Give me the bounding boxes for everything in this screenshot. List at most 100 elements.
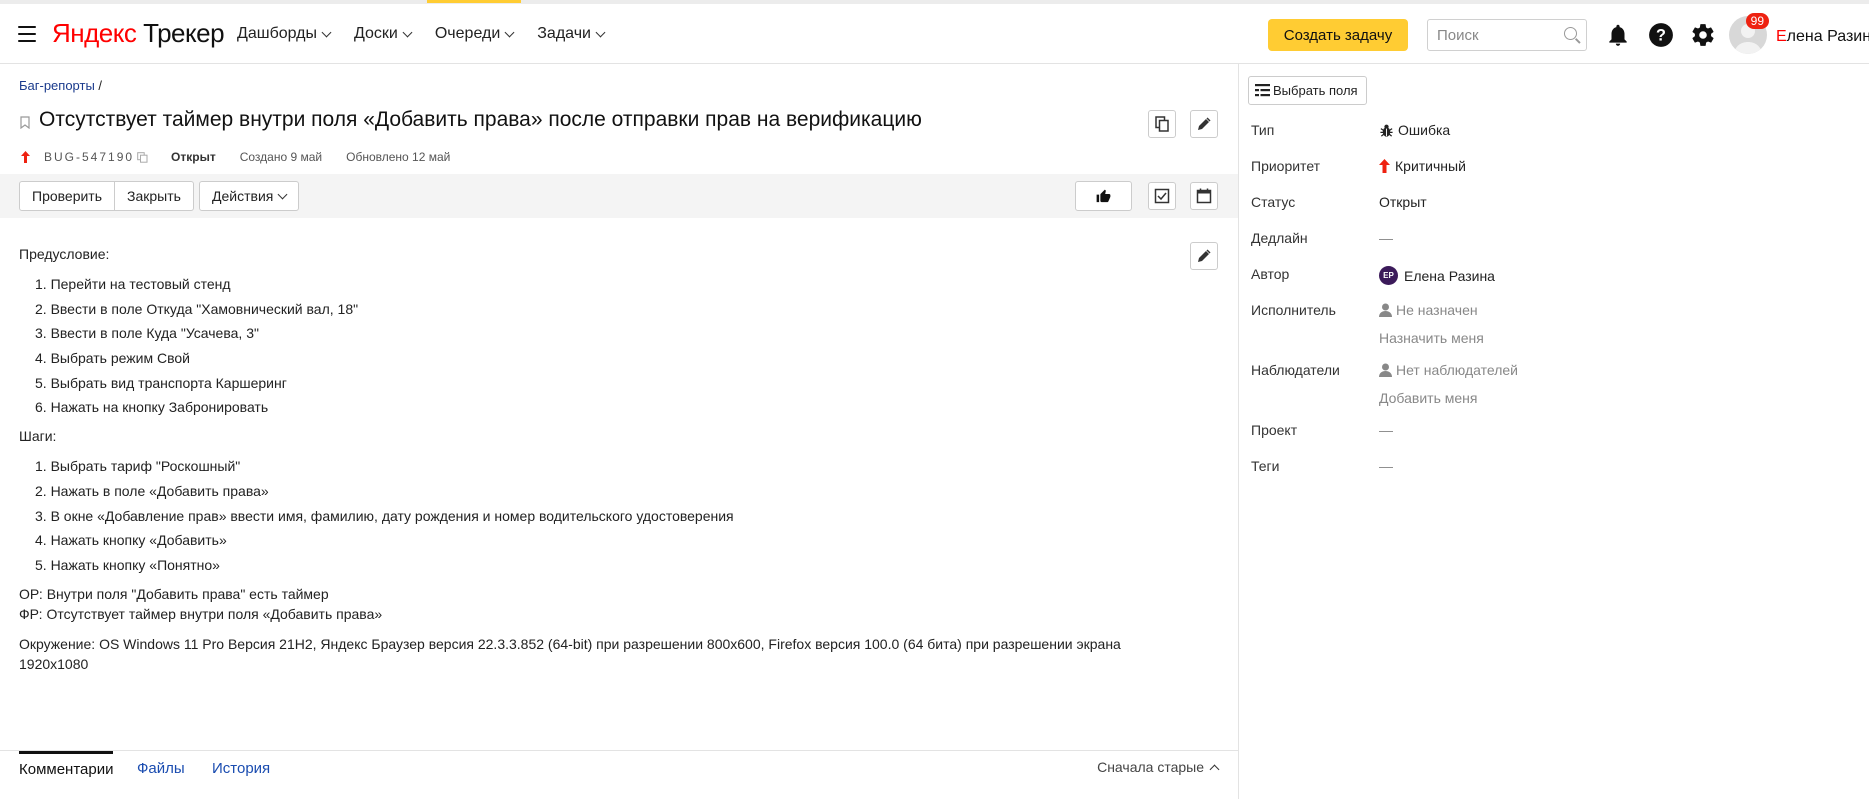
help-icon[interactable]: ? xyxy=(1648,22,1674,48)
bookmark-icon[interactable] xyxy=(20,116,30,129)
like-button[interactable] xyxy=(1075,181,1132,211)
steps-list: 1. Выбрать тариф "Роскошный" 2. Нажать в… xyxy=(19,456,1169,579)
nav-dashboards[interactable]: Дашборды xyxy=(225,4,342,64)
gear-icon[interactable] xyxy=(1690,22,1716,48)
precondition-list: 1. Перейти на тестовый стенд 2. Ввести в… xyxy=(19,274,1169,422)
pencil-icon xyxy=(1198,249,1211,262)
chevron-down-icon xyxy=(504,27,515,37)
list-item: 5. Нажать кнопку «Понятно» xyxy=(35,556,220,573)
nav-queues[interactable]: Очереди xyxy=(423,0,525,64)
sort-order-toggle[interactable]: Сначала старые xyxy=(1097,759,1220,775)
list-item: 2. Нажать в поле «Добавить права» xyxy=(35,482,269,499)
field-label: Проект xyxy=(1251,422,1298,438)
issue-meta: BUG-547190 Открыт Создано 9 май Обновлен… xyxy=(21,148,450,166)
field-value[interactable]: Критичный xyxy=(1379,158,1466,174)
list-item: 4. Нажать кнопку «Добавить» xyxy=(35,532,227,549)
field-value[interactable]: — xyxy=(1379,458,1393,474)
search-input[interactable] xyxy=(1428,20,1558,50)
list-item: 1. Выбрать тариф "Роскошный" xyxy=(35,458,241,475)
user-avatar[interactable]: 99 xyxy=(1729,13,1771,56)
choose-fields-label: Выбрать поля xyxy=(1273,83,1358,98)
edit-title-button[interactable] xyxy=(1190,110,1218,138)
close-button[interactable]: Закрыть xyxy=(115,181,194,211)
field-value[interactable]: Нет наблюдателей xyxy=(1379,362,1518,378)
status-badge[interactable]: Открыт xyxy=(171,150,216,164)
environment: Окружение: OS Windows 11 Pro Версия 21H2… xyxy=(19,635,1121,672)
add-checklist-button[interactable] xyxy=(1148,182,1176,210)
check-button[interactable]: Проверить xyxy=(19,181,116,211)
field-value[interactable]: Ошибка xyxy=(1379,122,1450,138)
list-item: 6. Нажать на кнопку Забронировать xyxy=(35,399,269,416)
field-label: Исполнитель xyxy=(1251,302,1336,318)
pencil-icon xyxy=(1198,117,1211,130)
actions-label: Действия xyxy=(212,188,274,204)
assign-me-link[interactable]: Назначить меня xyxy=(1379,330,1484,346)
field-label: Автор xyxy=(1251,266,1290,282)
breadcrumb-separator: / xyxy=(94,78,103,93)
list-item: 2. Ввести в поле Откуда "Хамовнический в… xyxy=(35,300,359,317)
person-icon xyxy=(1379,303,1392,317)
field-value[interactable]: Не назначен xyxy=(1379,302,1478,318)
sort-label: Сначала старые xyxy=(1097,759,1204,775)
choose-fields-button[interactable]: Выбрать поля xyxy=(1248,76,1367,105)
assignee-value: Не назначен xyxy=(1396,302,1478,318)
precondition-heading: Предусловие: xyxy=(19,246,110,262)
copy-icon xyxy=(1155,116,1169,132)
add-me-link[interactable]: Добавить меня xyxy=(1379,390,1478,406)
transition-buttons: Проверить Закрыть xyxy=(19,181,194,211)
logo[interactable]: Яндекс Трекер xyxy=(52,18,225,49)
breadcrumb-queue-link[interactable]: Баг-репорты xyxy=(19,78,95,93)
updated-date: Обновлено 12 май xyxy=(346,150,451,164)
copy-link-button[interactable] xyxy=(1148,110,1176,138)
issue-key[interactable]: BUG-547190 xyxy=(44,150,134,164)
field-label: Наблюдатели xyxy=(1251,362,1340,378)
search-icon[interactable] xyxy=(1564,27,1577,40)
issue-toolbar: Проверить Закрыть Действия xyxy=(0,174,1238,218)
thumbs-up-icon xyxy=(1096,189,1111,202)
author-name: Елена Разина xyxy=(1404,267,1495,284)
nav-boards[interactable]: Доски xyxy=(342,4,423,64)
checklist-icon xyxy=(1154,188,1170,204)
bug-icon xyxy=(1380,124,1393,137)
chevron-up-icon xyxy=(1209,764,1220,774)
field-value[interactable]: — xyxy=(1379,422,1393,438)
priority-value: Критичный xyxy=(1395,158,1466,174)
create-task-button[interactable]: Создать задачу xyxy=(1268,19,1408,51)
issue-title: Отсутствует таймер внутри поля «Добавить… xyxy=(39,108,922,131)
user-name-rest: лена Разина xyxy=(1786,28,1869,45)
watchers-value: Нет наблюдателей xyxy=(1396,362,1519,378)
tab-history[interactable]: История xyxy=(212,751,270,786)
edit-description-button[interactable] xyxy=(1190,242,1218,270)
tab-comments[interactable]: Комментарии xyxy=(19,751,114,786)
user-initial: Е xyxy=(1776,28,1787,45)
type-value: Ошибка xyxy=(1398,122,1451,138)
list-item: 5. Выбрать вид транспорта Каршеринг xyxy=(35,374,287,391)
expected-result: ОР: Внутри поля "Добавить права" есть та… xyxy=(19,585,329,602)
nav-label: Задачи xyxy=(537,25,591,42)
user-name[interactable]: Елена Разина xyxy=(1776,28,1869,46)
chevron-down-icon xyxy=(595,27,606,37)
list-item: 4. Выбрать режим Свой xyxy=(35,350,190,367)
field-value[interactable]: Открыт xyxy=(1379,194,1427,210)
calendar-button[interactable] xyxy=(1190,182,1218,210)
field-value[interactable]: — xyxy=(1379,230,1393,246)
issue-tabs: Комментарии Файлы История Сначала старые xyxy=(0,750,1238,799)
actual-result: ФР: Отсутствует таймер внутри поля «Доба… xyxy=(19,605,383,622)
field-label: Статус xyxy=(1251,194,1296,210)
nav-tasks[interactable]: Задачи xyxy=(525,4,616,64)
field-value[interactable]: ЕР Елена Разина xyxy=(1379,266,1495,285)
actions-dropdown[interactable]: Действия xyxy=(199,181,300,211)
logo-product: Трекер xyxy=(136,18,225,48)
search-box xyxy=(1427,19,1587,51)
menu-icon[interactable] xyxy=(18,26,36,42)
steps-heading: Шаги: xyxy=(19,428,57,445)
priority-arrow-icon xyxy=(21,151,30,163)
copy-key-icon[interactable] xyxy=(137,151,148,163)
bell-icon[interactable] xyxy=(1605,22,1631,48)
priority-arrow-icon xyxy=(1379,159,1390,173)
created-date: Создано 9 май xyxy=(239,150,323,164)
author-avatar: ЕР xyxy=(1379,266,1398,285)
chevron-down-icon xyxy=(402,27,413,37)
tab-files[interactable]: Файлы xyxy=(137,751,185,786)
list-item: 3. Ввести в поле Куда "Усачева, 3" xyxy=(35,325,259,342)
